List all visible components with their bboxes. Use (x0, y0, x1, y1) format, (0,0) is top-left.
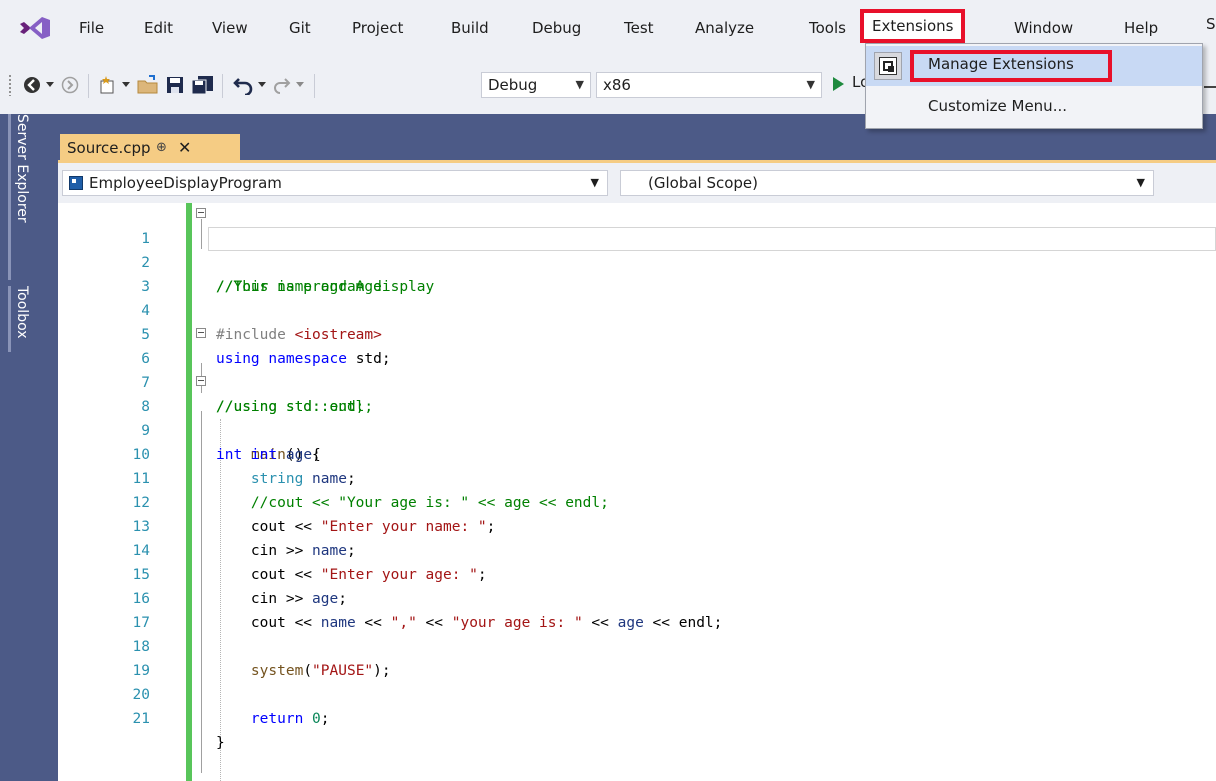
chevron-down-icon: ▼ (575, 78, 584, 91)
code-line: 9 int age; (58, 395, 1216, 463)
server-explorer-tab-indicator (8, 114, 11, 280)
menu-help[interactable]: Help (1122, 15, 1160, 41)
toolbar-overflow-icon[interactable] (1204, 86, 1216, 88)
new-project-icon[interactable] (96, 74, 120, 96)
menu-edit[interactable]: Edit (142, 15, 175, 41)
redo-icon[interactable] (272, 74, 292, 96)
code-line: 16 cout << name << "," << "your age is: … (58, 563, 1216, 631)
navigation-bar: EmployeeDisplayProgram ▼ (Global Scope) … (58, 163, 1216, 203)
annotation-highlight-box (910, 50, 1112, 82)
toolbox-tab-indicator (8, 286, 11, 352)
code-text: } (216, 735, 225, 751)
navigate-forward-icon[interactable] (60, 74, 80, 96)
save-all-icon[interactable] (190, 74, 216, 96)
left-tool-window-strip: Server Explorer Toolbox (0, 114, 58, 781)
code-line: 8 int main() { (58, 371, 1216, 463)
line-number: 21 (132, 711, 150, 727)
menu-debug[interactable]: Debug (530, 15, 583, 41)
cpp-project-icon (69, 176, 83, 190)
menu-build[interactable]: Build (449, 15, 491, 41)
code-line: 17 (58, 587, 1216, 631)
code-line: 11 //cout << "Your age is: " << age << e… (58, 443, 1216, 511)
code-line: 15 cin >> age; (58, 539, 1216, 607)
menu-window[interactable]: Window (1012, 15, 1075, 41)
toolbox-tab[interactable]: Toolbox (14, 286, 30, 339)
scope-select-value: (Global Scope) (648, 174, 759, 192)
chevron-down-icon[interactable] (294, 74, 306, 96)
solution-platform-value: x86 (603, 76, 631, 94)
extensions-dropdown-menu: Manage Extensions Customize Menu... (865, 43, 1203, 129)
chevron-down-icon: ▼ (590, 176, 599, 189)
customize-menu-label: Customize Menu... (928, 97, 1067, 115)
toolbar-separator (314, 74, 315, 98)
scope-select[interactable]: (Global Scope) ▼ (620, 170, 1154, 196)
server-explorer-tab[interactable]: Server Explorer (14, 114, 30, 223)
collapse-icon[interactable] (196, 328, 206, 338)
solution-platform-select[interactable]: x86 ▼ (596, 72, 822, 98)
menu-item-manage-extensions[interactable]: Manage Extensions (866, 46, 1202, 86)
tab-source-cpp[interactable]: Source.cpp ⊕ ✕ (60, 134, 240, 162)
extensions-box-icon (879, 57, 897, 75)
code-line: 10 string name; (58, 419, 1216, 487)
manage-extensions-icon (874, 52, 902, 80)
undo-icon[interactable] (232, 74, 254, 96)
menu-project[interactable]: Project (350, 15, 405, 41)
code-line: 4 #include <iostream> (58, 275, 1216, 343)
menu-git[interactable]: Git (287, 15, 313, 41)
menu-file[interactable]: File (77, 15, 106, 41)
project-select-value: EmployeeDisplayProgram (89, 174, 282, 192)
toolbar-grip-handle[interactable] (8, 74, 12, 96)
menu-tools[interactable]: Tools (807, 15, 848, 41)
tab-source-cpp-label: Source.cpp (67, 139, 151, 157)
visual-studio-logo-icon[interactable] (20, 17, 50, 39)
number-literal: 0 (312, 711, 321, 727)
collapse-icon[interactable] (196, 376, 206, 386)
code-line: 5 using namespace std; (58, 299, 1216, 367)
keyword: return (250, 711, 304, 727)
code-line: 3 (58, 251, 1216, 295)
code-line: 6 //using std::out; (58, 323, 1216, 415)
code-line: 19 (58, 635, 1216, 679)
menu-analyze[interactable]: Analyze (693, 15, 756, 41)
menu-extensions[interactable]: Extensions (860, 9, 966, 43)
code-line: 2 //Your name and Age (58, 227, 1216, 295)
chevron-down-icon: ▼ (1136, 176, 1145, 189)
code-line: 7 //using std::endl; (58, 347, 1216, 415)
code-line: 18 system("PAUSE"); (58, 611, 1216, 679)
code-line: 14 cout << "Enter your age: "; (58, 515, 1216, 583)
menu-search-truncated[interactable]: S (1206, 15, 1216, 33)
code-line: 1 //This is program display (58, 203, 1216, 295)
toolbar-separator (222, 74, 223, 98)
project-select[interactable]: EmployeeDisplayProgram ▼ (62, 170, 608, 196)
toolbar-separator (88, 74, 89, 98)
close-icon[interactable]: ✕ (178, 134, 191, 162)
menu-test[interactable]: Test (622, 15, 656, 41)
chevron-down-icon[interactable] (256, 74, 268, 96)
chevron-down-icon: ▼ (806, 78, 815, 91)
save-icon[interactable] (164, 74, 186, 96)
navigate-back-icon[interactable] (22, 74, 42, 96)
menu-view[interactable]: View (210, 15, 250, 41)
solution-configuration-value: Debug (488, 76, 538, 94)
code-editor[interactable]: 1 //This is program display 2 //Your nam… (58, 203, 1216, 781)
menu-item-customize-menu[interactable]: Customize Menu... (866, 88, 1202, 128)
chevron-down-icon[interactable] (44, 74, 56, 96)
start-debugging-icon[interactable] (833, 77, 844, 91)
code-line: 21 } (58, 683, 1216, 751)
solution-configuration-select[interactable]: Debug ▼ (481, 72, 591, 98)
code-line: 12 cout << "Enter your name: "; (58, 467, 1216, 535)
collapse-icon[interactable] (196, 208, 206, 218)
pin-icon[interactable]: ⊕ (156, 134, 167, 162)
open-folder-icon[interactable] (136, 74, 160, 96)
code-line: 20 return 0; (58, 659, 1216, 727)
code-line: 13 cin >> name; (58, 491, 1216, 559)
chevron-down-icon[interactable] (120, 74, 132, 96)
